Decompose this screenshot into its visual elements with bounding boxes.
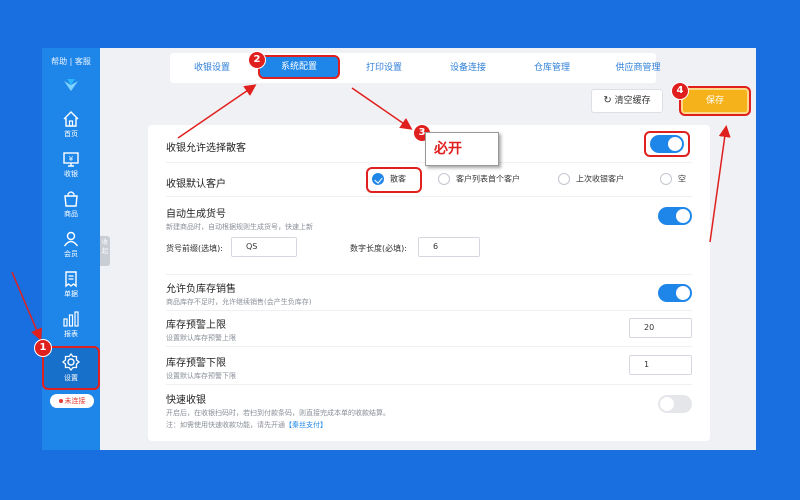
setting-desc: 设置默认库存预警上限 <box>166 334 236 342</box>
tab-system-config[interactable]: 系统配置 <box>258 55 340 79</box>
save-button[interactable]: 保存 <box>679 86 751 116</box>
help-link[interactable]: 帮助 | 客服 <box>42 56 100 67</box>
logo-icon <box>64 79 78 91</box>
sidebar-item-label: 单据 <box>64 290 78 298</box>
radio-circle-icon <box>558 173 570 185</box>
setting-title: 库存预警下限 <box>166 358 226 369</box>
radio-empty[interactable]: 空 <box>660 173 686 185</box>
step-badge-4: 4 <box>671 82 689 100</box>
sku-length-input[interactable]: 6 <box>418 237 480 257</box>
setting-desc: 开启后，在收银扫码时，若扫到付款条码，则直接完成本单的收款结算。 <box>166 409 390 417</box>
sidebar-item-cashier[interactable]: ¥ 收银 <box>44 148 98 186</box>
sidebar-item-reports[interactable]: 报表 <box>44 308 98 346</box>
sidebar-item-home[interactable]: 首页 <box>44 108 98 146</box>
radio-last-customer[interactable]: 上次收银客户 <box>558 173 624 185</box>
home-icon <box>63 111 79 127</box>
sku-prefix-label: 货号前缀(选填): <box>166 244 223 253</box>
sidebar-item-member[interactable]: 会员 <box>44 228 98 266</box>
gear-icon <box>61 352 81 372</box>
sidebar-item-label: 收银 <box>64 170 78 178</box>
tab-supplier-management[interactable]: 供应商管理 <box>594 53 682 83</box>
setting-stock-upper: 库存预警上限 设置默认库存预警上限 20 <box>166 311 692 347</box>
sidebar-item-goods[interactable]: 商品 <box>44 188 98 226</box>
clear-cache-label: 清空缓存 <box>614 96 651 106</box>
stock-lower-input[interactable]: 1 <box>629 355 692 375</box>
setting-desc: 设置默认库存预警下限 <box>166 372 236 380</box>
sidebar-item-documents[interactable]: 单据 <box>44 268 98 306</box>
radio-circle-icon <box>660 173 672 185</box>
tab-cashier-settings[interactable]: 收银设置 <box>170 53 254 83</box>
sidebar-item-label: 首页 <box>64 130 78 138</box>
negative-stock-toggle[interactable] <box>658 284 692 302</box>
qinsi-pay-link[interactable]: 【秦丝支付】 <box>285 421 327 429</box>
setting-title: 库存预警上限 <box>166 320 226 331</box>
setting-desc: 商品库存不足时，允许继续销售(会产生负库存) <box>166 298 312 306</box>
tab-device-connection[interactable]: 设备连接 <box>426 53 510 83</box>
setting-default-customer: 收银默认客户 散客 客户列表首个客户 上次收银客户 空 <box>166 163 692 197</box>
sidebar-item-label: 会员 <box>64 250 78 258</box>
svg-text:¥: ¥ <box>69 155 74 163</box>
setting-title: 自动生成货号 <box>166 209 226 220</box>
setting-title: 收银允许选择散客 <box>166 143 246 154</box>
settings-tabs: 收银设置 系统配置 打印设置 设备连接 仓库管理 供应商管理 <box>170 53 661 83</box>
step-badge-1: 1 <box>34 339 52 357</box>
step-badge-2: 2 <box>248 51 266 69</box>
radio-walkin[interactable]: 散客 <box>372 173 406 185</box>
receipt-icon <box>65 271 77 288</box>
setting-title: 快速收银 <box>166 395 206 406</box>
tab-warehouse-management[interactable]: 仓库管理 <box>510 53 594 83</box>
connection-status-badge[interactable]: 未连接 <box>50 394 94 408</box>
app-window: 帮助 | 客服 首页 ¥ 收银 商品 会员 单据 报表 设置 未连接 收起 收银… <box>42 48 756 450</box>
must-enable-note: 必开 <box>425 132 499 166</box>
sidebar: 帮助 | 客服 首页 ¥ 收银 商品 会员 单据 报表 设置 未连接 <box>42 48 100 450</box>
setting-negative-stock: 允许负库存销售 商品库存不足时，允许继续销售(会产生负库存) <box>166 275 692 311</box>
tab-print-settings[interactable]: 打印设置 <box>342 53 426 83</box>
stock-upper-input[interactable]: 20 <box>629 318 692 338</box>
settings-panel: 收银允许选择散客 收银默认客户 散客 客户列表首个客户 上次收银客户 空 自动生… <box>148 125 710 441</box>
user-icon <box>63 231 79 247</box>
radio-check-icon <box>372 173 384 185</box>
setting-title: 允许负库存销售 <box>166 284 236 295</box>
sidebar-item-label: 商品 <box>64 210 78 218</box>
bar-chart-icon <box>63 311 79 327</box>
quick-checkout-toggle[interactable] <box>658 395 692 413</box>
sidebar-item-label: 报表 <box>64 330 78 338</box>
sku-length-label: 数字长度(必填): <box>350 244 407 253</box>
setting-quick-checkout: 快速收银 开启后，在收银扫码时，若扫到付款条码，则直接完成本单的收款结算。 注：… <box>166 385 692 439</box>
setting-auto-sku: 自动生成货号 新建商品时，自动根据规则生成货号，快速上新 货号前缀(选填): Q… <box>166 197 692 275</box>
auto-sku-toggle[interactable] <box>658 207 692 225</box>
cashier-icon: ¥ <box>63 152 79 167</box>
sidebar-item-label: 设置 <box>64 374 78 382</box>
allow-walkin-toggle[interactable] <box>650 135 684 153</box>
sidebar-collapse-handle[interactable]: 收起 <box>100 236 110 266</box>
clear-cache-button[interactable]: ↻ 清空缓存 <box>591 89 663 113</box>
sku-prefix-input[interactable]: QS <box>231 237 297 257</box>
radio-circle-icon <box>438 173 450 185</box>
bag-icon <box>64 191 78 207</box>
setting-title: 收银默认客户 <box>166 179 226 190</box>
setting-stock-lower: 库存预警下限 设置默认库存预警下限 1 <box>166 347 692 385</box>
setting-note: 注：如需使用快速收款功能，请先开通【秦丝支付】 <box>166 421 327 429</box>
setting-desc: 新建商品时，自动根据规则生成货号，快速上新 <box>166 223 313 231</box>
radio-first-customer[interactable]: 客户列表首个客户 <box>438 173 520 185</box>
refresh-icon: ↻ <box>603 95 612 106</box>
